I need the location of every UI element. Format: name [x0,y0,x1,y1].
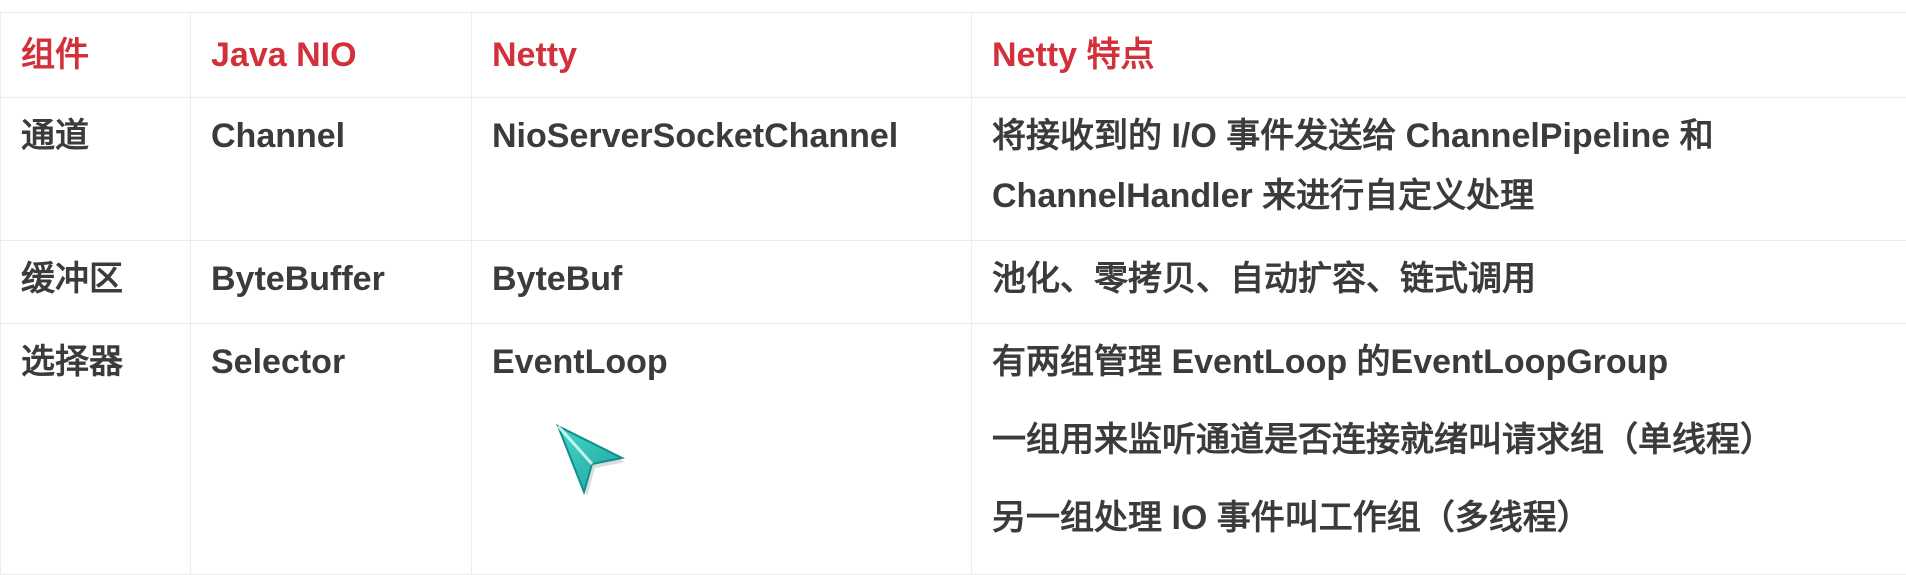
table-header-row: 组件 Java NIO Netty Netty 特点 [1,13,1906,98]
feature-line: 池化、零拷贝、自动扩容、链式调用 [992,249,1886,309]
feature-line: 另一组处理 IO 事件叫工作组（多线程） [992,488,1886,548]
cell-netty: EventLoop [472,324,972,575]
header-java-nio: Java NIO [191,13,472,98]
cell-component: 缓冲区 [1,241,191,324]
table-row: 通道 Channel NioServerSocketChannel 将接收到的 … [1,98,1906,241]
cell-features: 有两组管理 EventLoop 的EventLoopGroup 一组用来监听通道… [972,324,1906,575]
cell-java-nio: Selector [191,324,472,575]
cell-java-nio: ByteBuffer [191,241,472,324]
header-netty-features: Netty 特点 [972,13,1906,98]
feature-line: 一组用来监听通道是否连接就绪叫请求组（单线程） [992,410,1886,470]
cell-component: 通道 [1,98,191,241]
cell-java-nio: Channel [191,98,472,241]
cell-netty: NioServerSocketChannel [472,98,972,241]
cell-features: 池化、零拷贝、自动扩容、链式调用 [972,241,1906,324]
comparison-table-container: 组件 Java NIO Netty Netty 特点 通道 Channel Ni… [0,12,1906,575]
comparison-table: 组件 Java NIO Netty Netty 特点 通道 Channel Ni… [0,12,1906,575]
table-row: 选择器 Selector EventLoop 有两组管理 EventLoop 的… [1,324,1906,575]
cell-features: 将接收到的 I/O 事件发送给 ChannelPipeline 和 Channe… [972,98,1906,241]
cell-component: 选择器 [1,324,191,575]
feature-line: ChannelHandler 来进行自定义处理 [992,166,1886,226]
header-netty: Netty [472,13,972,98]
cell-netty: ByteBuf [472,241,972,324]
table-row: 缓冲区 ByteBuffer ByteBuf 池化、零拷贝、自动扩容、链式调用 [1,241,1906,324]
mouse-pointer-icon [552,420,632,500]
header-component: 组件 [1,13,191,98]
feature-line: 有两组管理 EventLoop 的EventLoopGroup [992,332,1886,392]
feature-line: 将接收到的 I/O 事件发送给 ChannelPipeline 和 [992,106,1886,166]
